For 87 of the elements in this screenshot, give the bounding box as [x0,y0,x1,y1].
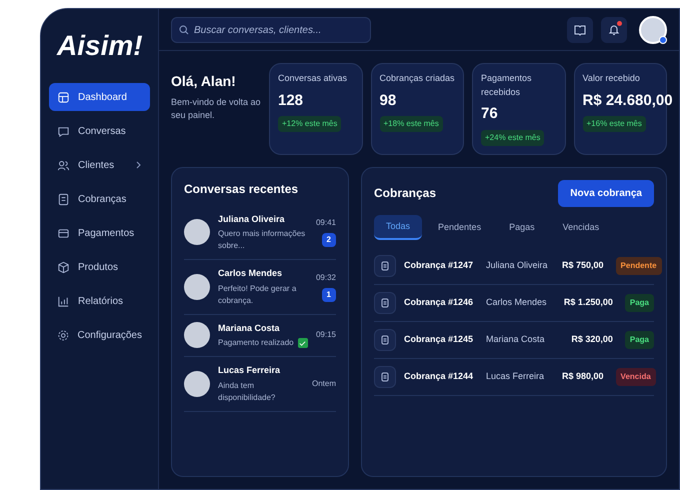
message-time: Ontem [312,378,336,390]
contact-name: Lucas Ferreira [218,364,282,377]
notifications-button[interactable] [601,16,627,42]
document-icon [374,366,396,388]
message-time: 09:15 [316,329,336,342]
sidebar-item[interactable]: Conversas [49,117,150,145]
filter-tab[interactable]: Todas [374,214,422,240]
contact-name: Juliana Oliveira [218,212,286,226]
sidebar-item[interactable]: Clientes [49,151,150,179]
avatar [184,274,210,300]
change-badge: +12% este mês [278,116,342,132]
sidebar-item[interactable]: Configurações [49,321,150,349]
book-button[interactable] [567,16,593,42]
stat-value: 76 [481,104,498,124]
charge-id: Cobrança #1246 [404,296,474,310]
charge-id: Cobrança #1247 [404,259,474,272]
sidebar-item[interactable]: Pagamentos [49,219,150,247]
logo: Aisim! [56,29,144,63]
client-name: Lucas Ferreira [486,370,546,384]
new-charge-button[interactable]: Nova cobrança [558,180,654,206]
conversation-item[interactable]: Lucas Ferreira Ainda tem disponibilidade? Ontem [184,357,336,412]
chat-bubble-icon [57,124,70,138]
sidebar-item[interactable]: Cobranças [49,185,150,213]
status-badge: Vencida [616,368,656,386]
status-badge: Paga [624,331,654,349]
message-time: 09:41 [316,217,336,230]
stat-label: Valor recebido [582,72,640,85]
stat-label: Cobranças criadas [380,72,455,85]
stat-value: 98 [380,90,396,110]
change-badge: +16% este mês [582,116,646,132]
avatar [184,322,210,348]
panel-title: Conversas recentes [184,180,300,198]
client-name: Carlos Mendes [486,296,548,310]
charge-amount: R$ 750,00 [562,259,604,272]
avatar[interactable] [639,16,667,44]
filter-tab[interactable]: Vencidas [550,214,612,240]
document-icon [374,329,396,351]
change-badge: +18% este mês [380,116,443,132]
people-icon [57,158,70,172]
sidebar-item[interactable]: Dashboard [49,83,150,111]
filter-tab[interactable]: Pagas [497,214,547,240]
status-badge: Paga [624,294,654,312]
sidebar-item[interactable]: Relatórios [49,287,150,315]
conversation-item[interactable]: Mariana Costa Pagamento realizado 09:15 [184,314,336,357]
charge-id: Cobrança #1244 [404,370,474,384]
stat-value: R$ 24.680,00 [582,90,673,110]
message-preview: Ainda tem disponibilidade? [218,380,276,404]
box-icon [57,260,70,274]
dashboard-icon [57,90,70,104]
search-icon [179,24,189,34]
unread-count: 1 [322,288,336,302]
stat-value: 128 [278,90,304,110]
document-icon [374,292,396,314]
status-badge: Pendente [616,257,662,275]
stat-label: Conversas ativas [278,72,348,85]
card-icon [57,226,70,240]
filter-tab[interactable]: Pendentes [426,214,494,240]
charge-amount: R$ 320,00 [570,333,613,346]
client-name: Mariana Costa [486,333,546,346]
charge-id: Cobrança #1245 [404,333,474,346]
message-time: 09:32 [316,272,336,284]
conversation-item[interactable]: Carlos Mendes Perfeito! Pode gerar a cobrança. 09:32 1 [184,260,336,314]
avatar [184,219,210,246]
book-icon [574,24,586,36]
bell-icon [608,24,620,36]
charge-amount: R$ 1.250,00 [562,296,613,310]
sidebar-item[interactable]: Produtos [49,253,150,281]
message-preview: Perfeito! Pode gerar a cobrança. [218,282,298,306]
document-icon [57,192,70,206]
change-badge: +24% este mês [481,130,544,146]
greeting-subtitle: Bem-vindo de volta ao seu painel. [171,96,261,122]
avatar [184,370,210,397]
charge-amount: R$ 980,00 [562,370,604,384]
message-preview: Quero mais informações sobre... [218,228,306,252]
stat-label: Pagamentos recebidos [481,72,533,98]
bar-chart-icon [57,294,70,308]
search-field[interactable]: Buscar conversas, clientes... [171,17,371,43]
contact-name: Carlos Mendes [218,267,284,280]
contact-name: Mariana Costa [218,322,281,334]
client-name: Juliana Oliveira [486,259,549,272]
document-icon [374,255,396,277]
greeting-title: Olá, Alan! [171,72,237,90]
conversation-item[interactable]: Juliana Oliveira Quero mais informações sobre... 09:41 2 [184,206,336,260]
unread-count: 2 [322,233,336,248]
message-preview: Pagamento realizado [218,337,294,349]
gear-icon [57,328,70,342]
panel-title: Cobranças [374,185,436,202]
